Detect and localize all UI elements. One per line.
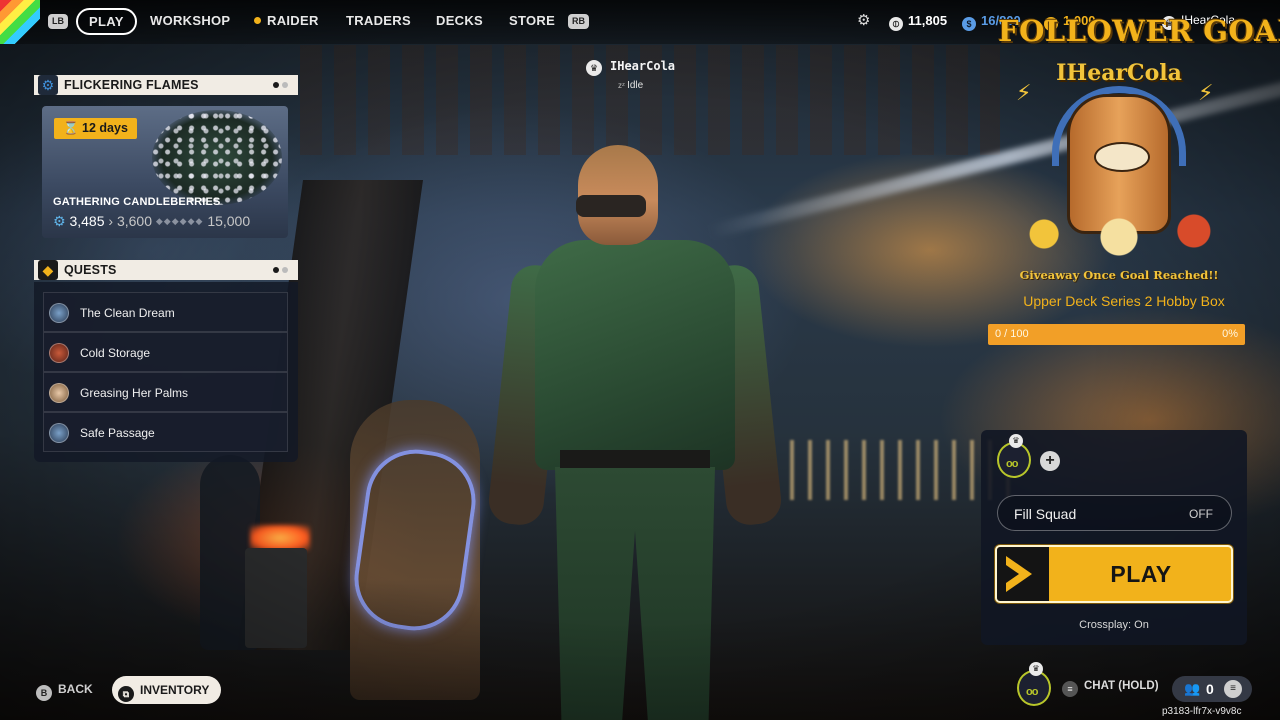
rb-bumper-icon[interactable]: RB	[568, 14, 589, 29]
menu-lines-icon: ≡	[1062, 681, 1078, 697]
raider-dot-icon	[254, 17, 261, 24]
mascot-snacks	[1012, 204, 1226, 264]
fill-squad-toggle[interactable]: Fill Squad OFF	[997, 495, 1232, 531]
sleep-icon: zᶻ	[618, 81, 628, 90]
rainbow-stripe-logo	[0, 0, 40, 44]
follower-goal-count: 0 / 100	[995, 328, 1029, 340]
inventory-label: INVENTORY	[140, 683, 210, 697]
quest-giver-avatar	[49, 343, 69, 363]
player-avatar[interactable]: ♛ oo	[1017, 662, 1051, 706]
crown-icon: ♛	[586, 60, 602, 76]
tab-raider-label: RAIDER	[267, 13, 319, 28]
crown-icon: ♛	[1029, 662, 1043, 676]
quest-label: Greasing Her Palms	[80, 386, 189, 400]
quests-list: The Clean Dream Cold Storage Greasing He…	[34, 282, 298, 462]
follower-goal-progress-bar: 0 / 100 0%	[988, 324, 1245, 345]
add-squad-member-button[interactable]: +	[1040, 451, 1060, 471]
chevron-right-icon	[997, 547, 1049, 601]
fill-squad-value: OFF	[1189, 507, 1213, 521]
lb-bumper-icon[interactable]: LB	[48, 14, 68, 29]
menu-lines-icon[interactable]: ≡	[1224, 680, 1242, 698]
tab-store[interactable]: STORE	[509, 13, 555, 28]
quest-item[interactable]: Cold Storage	[43, 332, 288, 372]
tab-traders[interactable]: TRADERS	[346, 13, 411, 28]
crossplay-status: Crossplay: On	[1079, 619, 1149, 631]
squad-panel: ♛ oo + Fill Squad OFF PLAY Crossplay: On	[981, 430, 1247, 645]
tab-play[interactable]: PLAY	[76, 8, 137, 35]
progress-dots: ◆◆◆◆◆◆	[155, 216, 204, 226]
streamer-mascot-image: ⚡ ⚡ IHearCola Giveaway Once Goal Reached…	[1012, 54, 1226, 284]
friends-button[interactable]: 👥 0 ≡	[1172, 676, 1252, 702]
seed-icon: $	[962, 17, 976, 31]
tab-raider[interactable]: RAIDER	[254, 13, 319, 28]
avatar-face-icon: oo	[1006, 458, 1018, 470]
quest-item[interactable]: The Clean Dream	[43, 292, 288, 332]
follower-goal-percent: 0%	[1222, 328, 1238, 340]
progress-current: 3,485	[69, 213, 105, 229]
friends-count: 0	[1206, 681, 1214, 697]
tab-decks[interactable]: DECKS	[436, 13, 483, 28]
quests-header-label: QUESTS	[64, 263, 117, 277]
friends-icon: 👥	[1184, 681, 1201, 696]
quest-label: Safe Passage	[80, 426, 155, 440]
session-code: p3183-lfr7x-v9v8c	[1162, 706, 1242, 717]
event-title: GATHERING CANDLEBERRIES	[53, 196, 221, 208]
quest-giver-avatar	[49, 423, 69, 443]
player-name: IHearCola	[610, 59, 676, 73]
chat-button[interactable]: ≡ CHAT (HOLD)	[1062, 680, 1159, 697]
event-timer-badge: ⌛ 12 days	[54, 118, 137, 139]
coin-icon: ⦶	[889, 17, 903, 31]
coins-currency: ⦶ 11,805	[889, 13, 947, 31]
settings-gear-icon[interactable]: ⚙	[857, 13, 873, 29]
back-button[interactable]: B BACK	[36, 682, 93, 701]
back-label: BACK	[58, 682, 93, 696]
pager-dots[interactable]	[270, 82, 288, 88]
progress-gear-icon: ⚙	[53, 213, 66, 229]
quest-label: The Clean Dream	[80, 306, 175, 320]
tab-workshop[interactable]: WORKSHOP	[150, 13, 230, 28]
event-timer: 12 days	[82, 121, 128, 135]
event-header-label: FLICKERING FLAMES	[64, 78, 199, 92]
event-card[interactable]: ⌛ 12 days GATHERING CANDLEBERRIES ⚙ 3,48…	[42, 106, 288, 238]
quests-panel-header[interactable]: ◆ QUESTS	[34, 260, 298, 280]
player-status: zᶻ Idle	[618, 80, 643, 91]
giveaway-prize: Upper Deck Series 2 Hobby Box	[1023, 293, 1225, 309]
coins-value: 11,805	[908, 13, 948, 28]
pager-dots[interactable]	[270, 267, 288, 273]
quest-giver-avatar	[49, 383, 69, 403]
inventory-button[interactable]: ⧉ INVENTORY	[112, 676, 222, 704]
candleberry-bush-image	[152, 110, 282, 205]
quest-label: Cold Storage	[80, 346, 151, 360]
chevron-right-icon: ›	[108, 213, 114, 229]
play-button-label: PLAY	[1110, 561, 1172, 587]
quest-item[interactable]: Safe Passage	[43, 412, 288, 452]
quests-diamond-icon: ◆	[38, 260, 58, 280]
progress-max: 15,000	[207, 213, 251, 229]
giveaway-caption: Giveaway Once Goal Reached!!	[1019, 268, 1219, 282]
quest-giver-avatar	[49, 303, 69, 323]
gear-event-icon: ⚙	[38, 75, 58, 95]
squad-leader-avatar[interactable]: ♛ oo	[997, 434, 1031, 478]
player-status-text: Idle	[627, 80, 644, 91]
player-nametag: ♛ IHearCola zᶻ Idle	[586, 58, 696, 98]
inventory-key-icon: ⧉	[118, 686, 134, 702]
follower-goal-title: FOLLOWER GOAL	[998, 14, 1280, 48]
event-panel-header[interactable]: ⚙ FLICKERING FLAMES	[34, 75, 298, 95]
fill-squad-label: Fill Squad	[1014, 506, 1077, 522]
crown-icon: ♛	[1009, 434, 1023, 448]
avatar-face-icon: oo	[1026, 686, 1038, 698]
b-button-icon: B	[36, 685, 52, 701]
play-button[interactable]: PLAY	[995, 545, 1233, 603]
event-progress: ⚙ 3,485 › 3,600 ◆◆◆◆◆◆ 15,000	[53, 213, 250, 230]
progress-next: 3,600	[116, 213, 152, 229]
mascot-face	[1094, 142, 1150, 172]
mascot-name-lettering: IHearCola	[1056, 60, 1182, 86]
chat-label: CHAT (HOLD)	[1084, 680, 1159, 692]
quest-item[interactable]: Greasing Her Palms	[43, 372, 288, 412]
